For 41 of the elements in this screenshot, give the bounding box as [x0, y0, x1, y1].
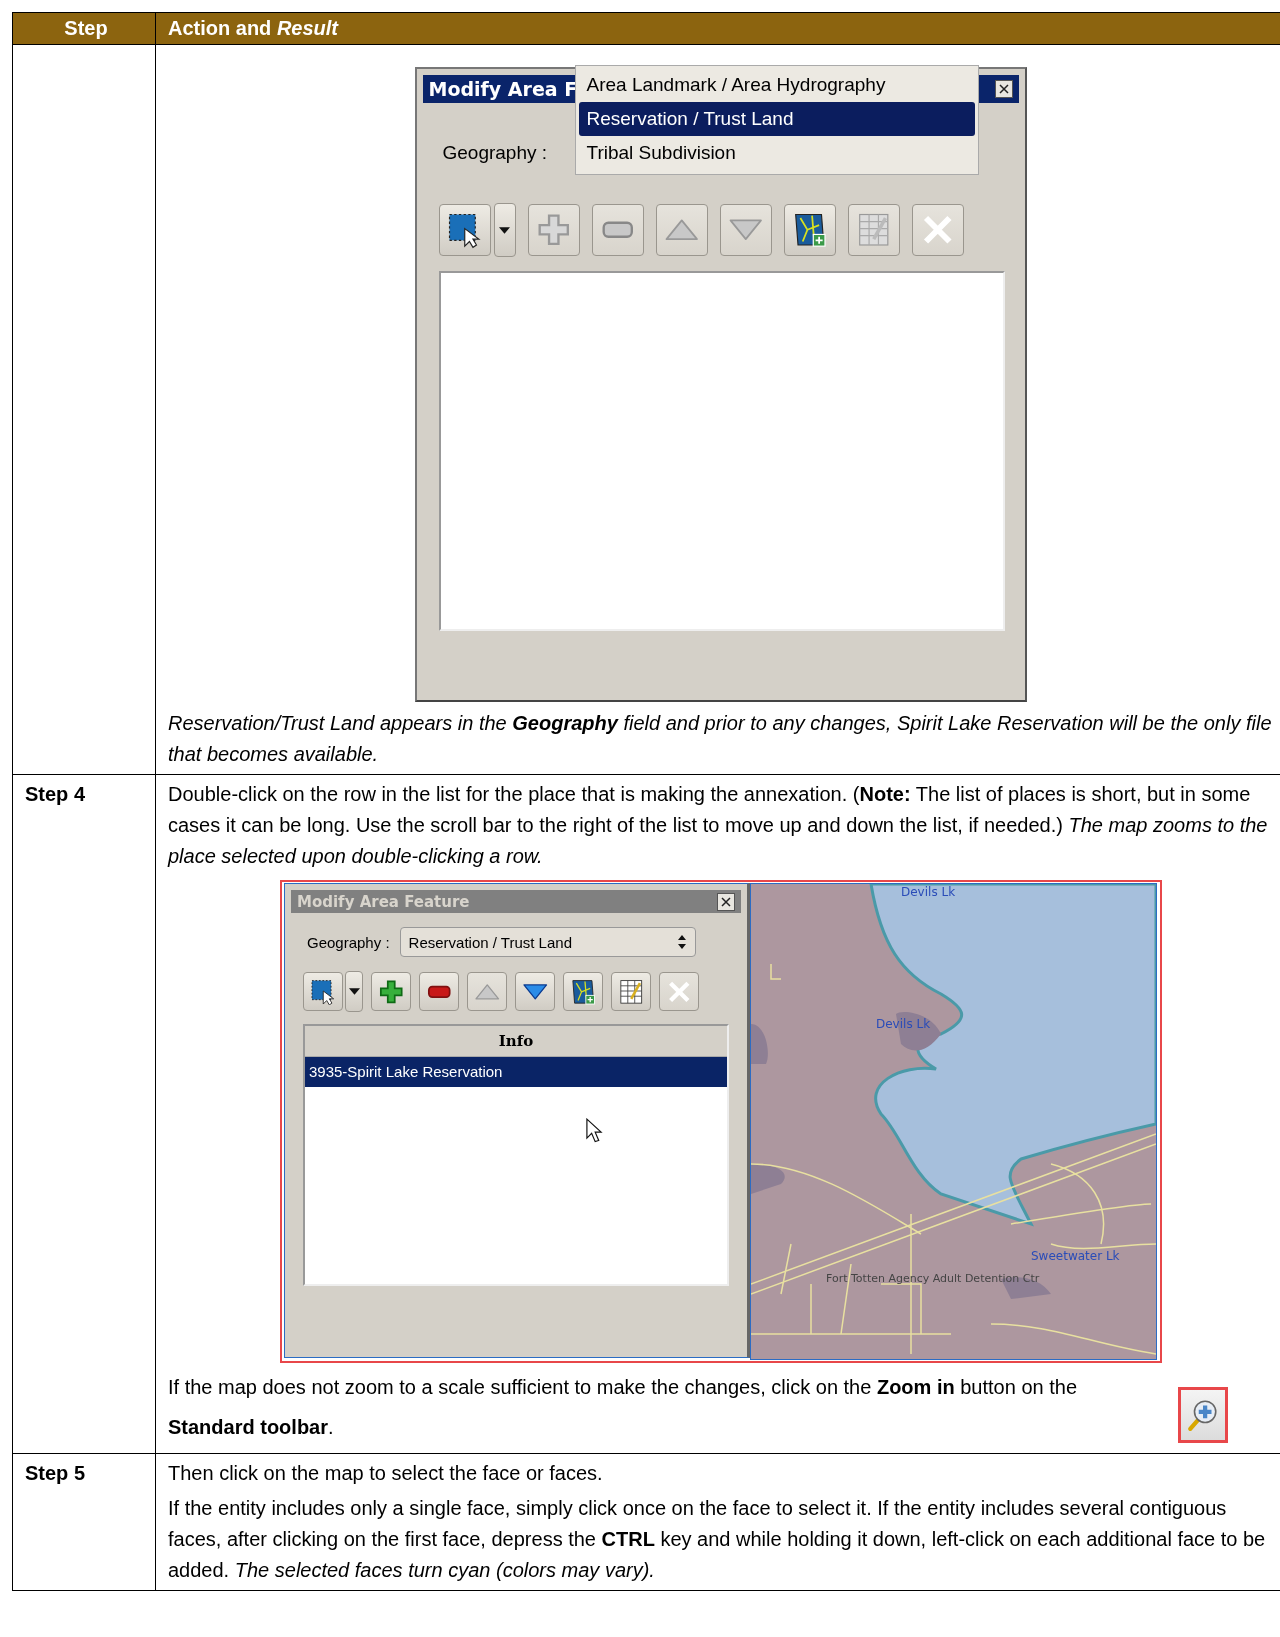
- column-header: Step: [64, 17, 108, 40]
- instruction-text: Then click on the map to select the face or faces.: [168, 1461, 604, 1486]
- geography-dropdown[interactable]: Reservation / Trust Land: [399, 927, 696, 957]
- geography-label: Geography :: [442, 142, 548, 164]
- add-tool-button[interactable]: [371, 972, 411, 1011]
- window-title-bar: Modify Area Feature: [291, 890, 741, 913]
- close-icon: [721, 896, 731, 907]
- close-icon: [998, 84, 1009, 94]
- map-label: Fort Totten Agency Adult Detention Ctr: [826, 1272, 1040, 1285]
- remove-tool-button[interactable]: [419, 972, 459, 1011]
- magnifier-plus-icon: [1186, 1398, 1220, 1432]
- instruction-text: Reservation/Trust Land appears in the Geography field and prior to any changes, Spirit Lake Reservation will be the only file that becomes available.: [168, 711, 1273, 767]
- caret-icon: [499, 226, 510, 234]
- instruction-text: If the entity includes only a single face, simply click once on the face to select it. If the entity includes several contiguous faces, after clicking on the first face, depress the CTRL key and while holding it down, left-click on each additional face to be added. The selected faces turn cyan (colors may vary).: [168, 1496, 1267, 1583]
- instruction-text: Double-click on the row in the list for the place that is making the annexation. (Note: The list of places is short, but in some cases it can be long. Use the scroll bar to the right of the list to move up and down the list, if needed.) The map zooms to the place selected upon double-clicking a row.: [168, 782, 1269, 869]
- caret-icon: [348, 988, 360, 995]
- select-tool-button[interactable]: [438, 204, 491, 256]
- instruction-text: If the map does not zoom to a scale sufficient to make the changes, click on the Zoom in button on the Standard toolbar.: [168, 1375, 1078, 1440]
- map-tool-button[interactable]: [563, 972, 603, 1011]
- dropdown-option[interactable]: Reservation / Trust Land: [578, 102, 975, 136]
- map-label: Devils Lk: [901, 885, 956, 899]
- list-column-header: Info: [305, 1026, 727, 1057]
- mouse-pointer-icon: [585, 1118, 603, 1144]
- tool-menu-button[interactable]: [493, 203, 516, 257]
- column-header: Action and Result: [168, 17, 338, 39]
- tool-menu-button[interactable]: [345, 971, 363, 1012]
- zoom-in-button[interactable]: [1178, 1387, 1228, 1443]
- spinner-arrows-icon: [676, 934, 687, 950]
- dropdown-option[interactable]: Tribal Subdivision: [578, 136, 975, 170]
- select-tool-button[interactable]: [303, 972, 343, 1011]
- step-label: Step 5: [25, 1461, 86, 1486]
- map-tool-button[interactable]: [783, 204, 836, 256]
- geography-label: Geography :: [307, 933, 390, 951]
- down-tool-button[interactable]: [515, 972, 555, 1011]
- close-button[interactable]: [717, 892, 735, 911]
- map-label: Devils Lk: [876, 1017, 931, 1031]
- step-label: Step 4: [25, 782, 86, 807]
- close-button[interactable]: [994, 80, 1013, 98]
- table-tool-button[interactable]: [611, 972, 651, 1011]
- map-label: Sweetwater Lk: [1031, 1249, 1120, 1263]
- list-row[interactable]: 3935-Spirit Lake Reservation: [305, 1057, 727, 1087]
